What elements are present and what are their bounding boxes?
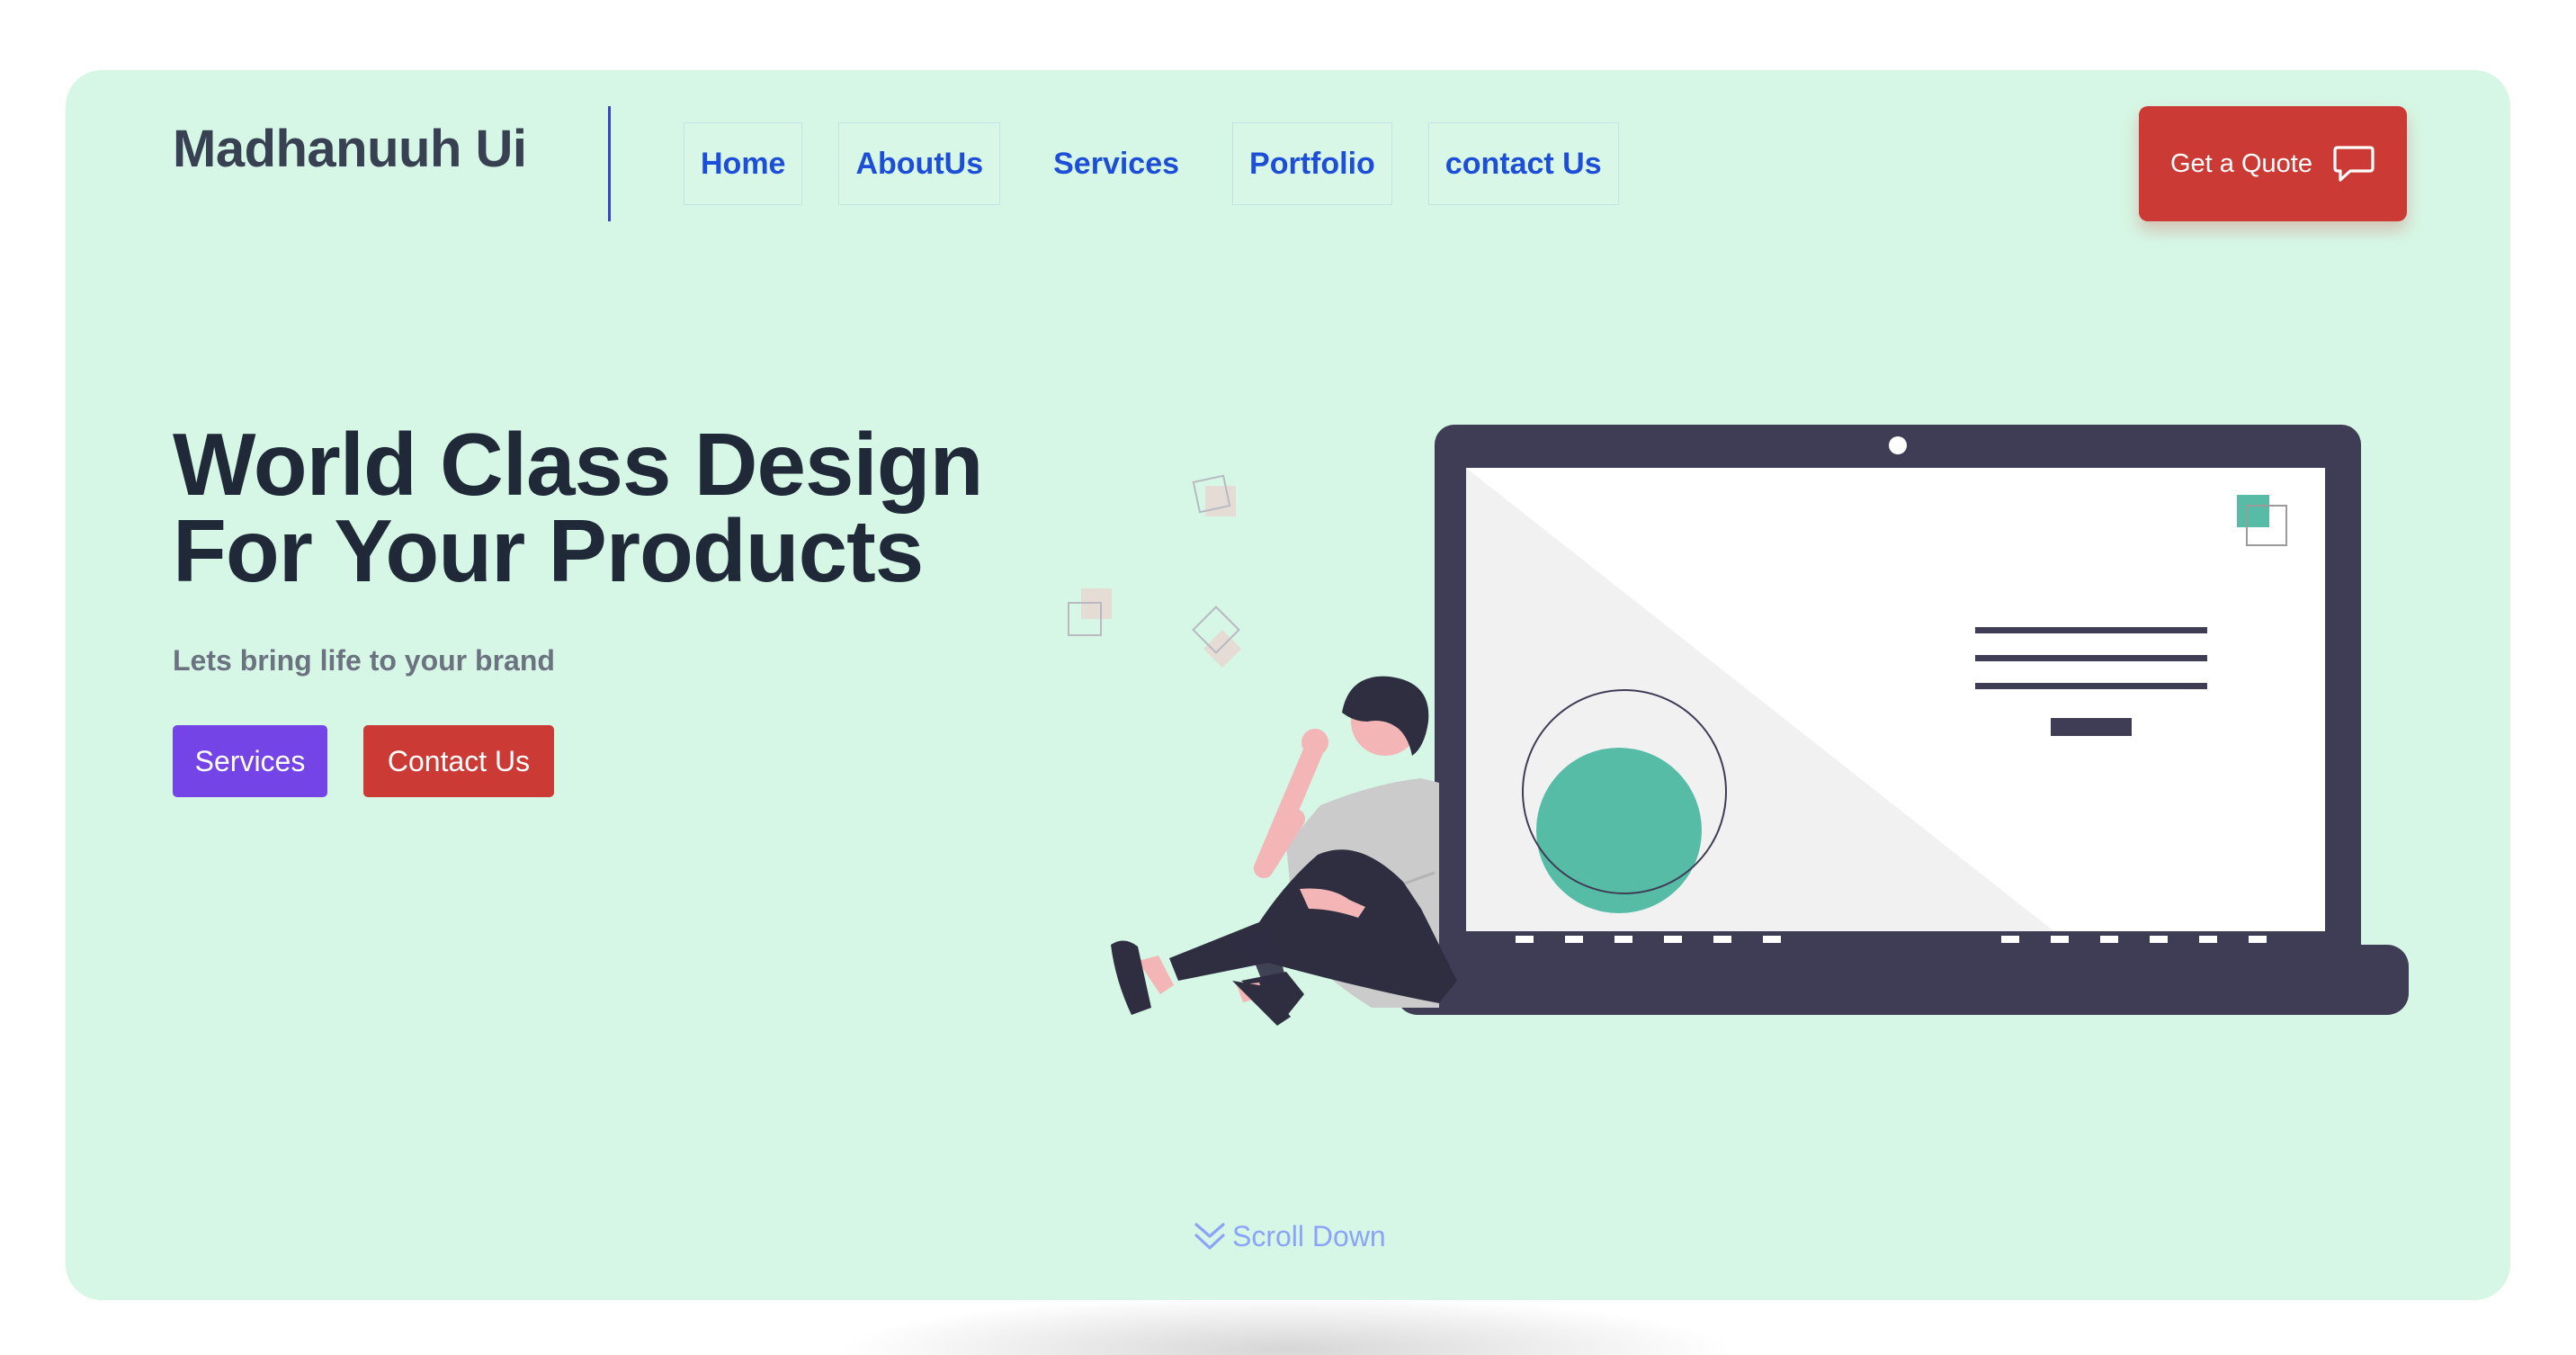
main-nav: Home AboutUs Services Portfolio contact … xyxy=(684,122,1619,205)
card-shadow xyxy=(836,1296,1736,1355)
contact-us-button[interactable]: Contact Us xyxy=(363,725,554,797)
nav-item-portfolio[interactable]: Portfolio xyxy=(1232,122,1392,205)
nav-item-services[interactable]: Services xyxy=(1036,122,1196,205)
chat-bubble-icon xyxy=(2333,146,2375,182)
get-a-quote-button[interactable]: Get a Quote xyxy=(2139,106,2407,221)
laptop-illustration xyxy=(1396,425,2409,1015)
person-illustration xyxy=(1111,676,1457,1026)
header-divider xyxy=(608,106,611,221)
nav-item-home[interactable]: Home xyxy=(684,122,803,205)
hero-title: World Class Design For Your Products xyxy=(173,415,984,600)
scroll-down-link[interactable]: Scroll Down xyxy=(1193,1220,1386,1253)
services-button[interactable]: Services xyxy=(173,725,327,797)
hero-illustration xyxy=(1068,425,2409,1026)
nav-item-contact-us[interactable]: contact Us xyxy=(1427,122,1619,205)
hero-subtitle: Lets bring life to your brand xyxy=(173,644,555,677)
floating-squares xyxy=(1068,474,1242,669)
get-a-quote-label: Get a Quote xyxy=(2170,148,2312,178)
hero-title-line2: For Your Products xyxy=(173,501,924,600)
hero-title-line1: World Class Design xyxy=(173,415,984,514)
scroll-down-label: Scroll Down xyxy=(1232,1220,1386,1252)
double-chevron-down-icon xyxy=(1194,1222,1225,1250)
brand-logo[interactable]: Madhanuuh Ui xyxy=(173,119,527,179)
nav-item-aboutus[interactable]: AboutUs xyxy=(838,122,1001,205)
